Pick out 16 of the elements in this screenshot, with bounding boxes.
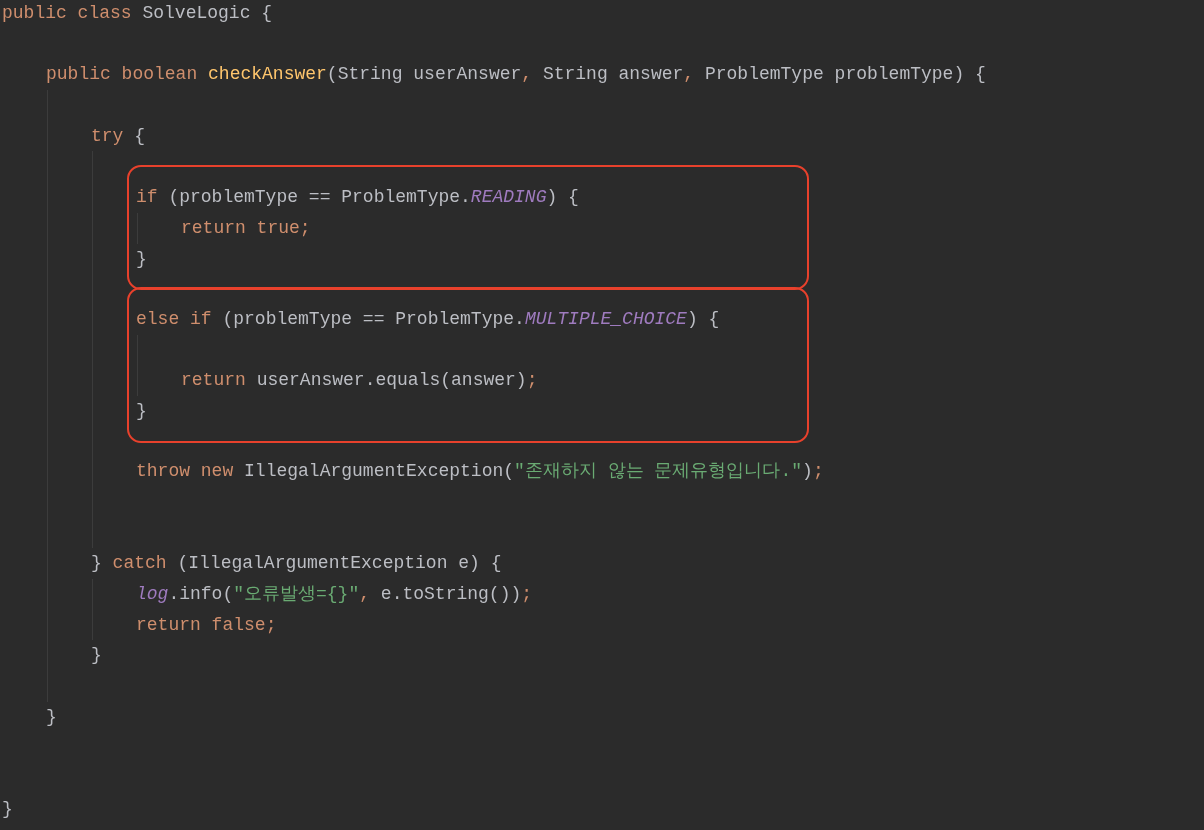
- code-line: }: [136, 247, 147, 271]
- code-line: }: [136, 399, 147, 423]
- code-line: }: [46, 705, 57, 729]
- code-line: try {: [91, 124, 146, 148]
- code-line: return userAnswer.equals(answer);: [181, 369, 538, 393]
- code-line: public class SolveLogic {: [2, 2, 273, 25]
- code-line: throw new IllegalArgumentException("존재하지 않는 문제유형입니다.");: [136, 460, 824, 484]
- code-line: }: [91, 644, 102, 668]
- code-line: if (problemType == ProblemType.READING) {: [136, 186, 579, 210]
- code-line: log.info("오류발생={}", e.toString());: [136, 583, 533, 607]
- code-line: } catch (IllegalArgumentException e) {: [91, 552, 502, 576]
- code-line: else if (problemType == ProblemType.MULTIPLE_CHOICE) {: [136, 307, 720, 331]
- code-line: return true;: [181, 216, 311, 240]
- code-line: return false;: [136, 613, 277, 637]
- code-line: public boolean checkAnswer(String userAnswer, String answer, ProblemType problemType) {: [46, 63, 986, 87]
- code-line: }: [2, 797, 13, 821]
